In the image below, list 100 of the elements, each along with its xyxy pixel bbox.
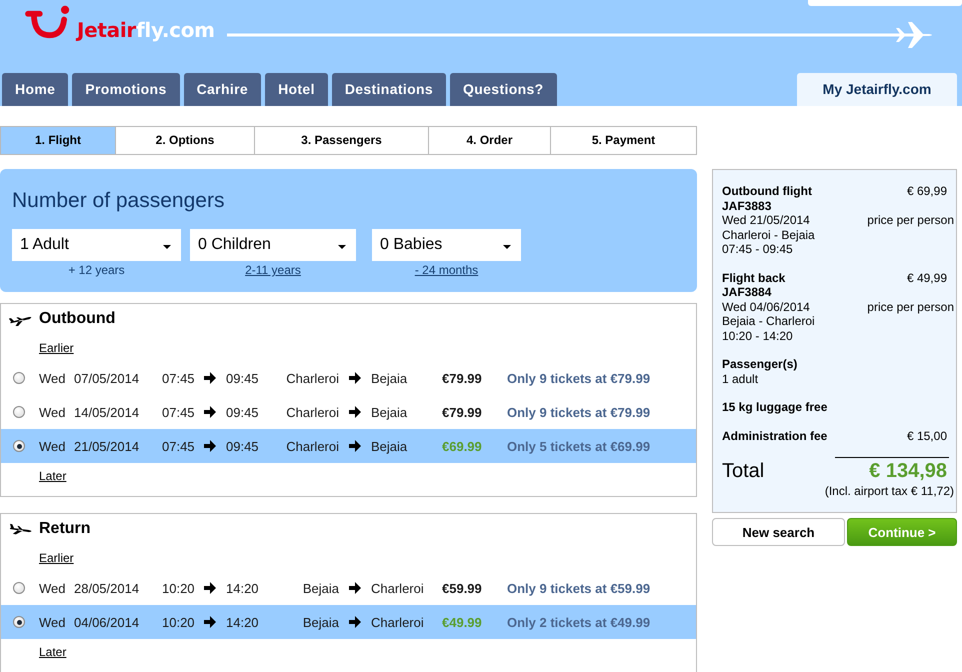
passengers-label: Passenger(s) bbox=[722, 357, 798, 372]
leg-route: Bejaia - Charleroi bbox=[722, 314, 816, 328]
destination-city: Charleroi bbox=[371, 580, 425, 596]
departure-time: 10:20 bbox=[162, 614, 196, 630]
date-text: 07/05/2014 bbox=[74, 370, 140, 386]
radio-button[interactable] bbox=[13, 372, 25, 384]
nav-tab[interactable]: Hotel bbox=[265, 73, 328, 106]
radio-button[interactable] bbox=[13, 616, 25, 628]
price-text: €59.99 bbox=[442, 580, 483, 596]
account-tab[interactable]: My Jetairfly.com bbox=[797, 73, 957, 106]
flight-code: JAF3884 bbox=[722, 285, 772, 300]
passengers-value: 1 adult bbox=[722, 372, 760, 386]
arrow-right-icon bbox=[204, 616, 216, 628]
arrow-right-icon bbox=[204, 406, 216, 418]
airplane-icon bbox=[9, 522, 34, 536]
flight-row[interactable]: Wed 14/05/2014 07:45 09:45 Charleroi Bejaia €79.99 Only 9 tickets at €79.99 bbox=[1, 395, 696, 429]
nav-tab[interactable]: Home bbox=[2, 73, 68, 106]
luggage-text: 15 kg luggage free bbox=[722, 400, 828, 414]
origin-city: Charleroi bbox=[285, 404, 339, 420]
arrow-right-icon bbox=[349, 582, 361, 594]
arrow-right-icon bbox=[349, 406, 361, 418]
flight-row[interactable]: Wed 04/06/2014 10:20 14:20 Bejaia Charleroi €49.99 Only 2 tickets at €49.99 bbox=[1, 605, 696, 639]
offer-text: Only 9 tickets at €79.99 bbox=[507, 370, 652, 386]
day-text: Wed bbox=[39, 580, 66, 596]
price-text: €79.99 bbox=[442, 370, 483, 386]
section-title: Outbound bbox=[39, 310, 116, 328]
origin-city: Bejaia bbox=[302, 614, 339, 630]
leg-date: Wed 21/05/2014 bbox=[722, 213, 810, 228]
date-text: 21/05/2014 bbox=[74, 438, 140, 454]
offer-text: Only 9 tickets at €79.99 bbox=[507, 404, 652, 420]
nav-tab[interactable]: Carhire bbox=[184, 73, 262, 106]
total-amount: € 134,98 bbox=[869, 460, 947, 482]
leg-times: 10:20 - 14:20 bbox=[722, 328, 794, 343]
nav-tab[interactable]: Destinations bbox=[332, 73, 446, 106]
flight-code: JAF3883 bbox=[722, 198, 772, 213]
radio-button[interactable] bbox=[13, 582, 25, 594]
offer-text: Only 2 tickets at €49.99 bbox=[507, 614, 652, 630]
day-text: Wed bbox=[39, 438, 66, 454]
fee-label: Administration fee bbox=[722, 428, 828, 443]
destination-city: Bejaia bbox=[371, 370, 408, 386]
nav-tab[interactable]: Promotions bbox=[72, 73, 180, 106]
day-text: Wed bbox=[39, 404, 66, 420]
price-text: €79.99 bbox=[442, 404, 483, 420]
departure-time: 07:45 bbox=[162, 438, 196, 454]
date-text: 04/06/2014 bbox=[74, 614, 140, 630]
origin-city: Bejaia bbox=[302, 580, 339, 596]
arrow-right-icon bbox=[204, 582, 216, 594]
leg-title: Flight back bbox=[722, 270, 786, 285]
radio-button[interactable] bbox=[13, 440, 25, 452]
departure-time: 07:45 bbox=[162, 404, 196, 420]
leg-title: Outbound flight bbox=[722, 184, 812, 198]
offer-text: Only 9 tickets at €59.99 bbox=[507, 580, 652, 596]
price-note: price per person bbox=[867, 213, 954, 228]
origin-city: Charleroi bbox=[285, 370, 339, 386]
caret-icon bbox=[503, 244, 511, 248]
new-search-button[interactable]: New search bbox=[712, 518, 845, 546]
price-text: €69.99 bbox=[442, 438, 483, 454]
day-text: Wed bbox=[39, 370, 66, 386]
price-note: price per person bbox=[867, 300, 954, 314]
later-link[interactable]: Later bbox=[39, 468, 66, 484]
arrow-right-icon bbox=[204, 372, 216, 384]
passenger-select[interactable]: 0 Children bbox=[190, 229, 356, 261]
earlier-link[interactable]: Earlier bbox=[39, 340, 74, 356]
price-text: €49.99 bbox=[442, 614, 483, 630]
passenger-select[interactable]: 0 Babies bbox=[372, 229, 521, 261]
nav-tab[interactable]: Questions? bbox=[450, 73, 557, 106]
departure-time: 07:45 bbox=[162, 370, 196, 386]
arrow-right-icon bbox=[204, 440, 216, 452]
step-tab[interactable]: 1. Flight bbox=[1, 127, 115, 154]
leg-date: Wed 04/06/2014 bbox=[722, 300, 810, 314]
arrow-right-icon bbox=[349, 372, 361, 384]
flight-row[interactable]: Wed 07/05/2014 07:45 09:45 Charleroi Bejaia €79.99 Only 9 tickets at €79.99 bbox=[1, 361, 696, 395]
origin-city: Charleroi bbox=[285, 438, 339, 454]
later-link[interactable]: Later bbox=[39, 644, 66, 660]
age-range-text: + 12 years bbox=[68, 263, 125, 277]
caret-icon bbox=[163, 244, 171, 248]
earlier-link[interactable]: Earlier bbox=[39, 550, 74, 566]
radio-button[interactable] bbox=[13, 406, 25, 418]
age-range-link[interactable]: - 24 months bbox=[414, 263, 478, 277]
date-text: 28/05/2014 bbox=[74, 580, 140, 596]
tax-note: (Incl. airport tax € 11,72) bbox=[824, 484, 954, 498]
arrow-right-icon bbox=[349, 616, 361, 628]
flight-row[interactable]: Wed 21/05/2014 07:45 09:45 Charleroi Bejaia €69.99 Only 5 tickets at €69.99 bbox=[1, 429, 696, 463]
passenger-select[interactable]: 1 Adult bbox=[12, 229, 181, 261]
fee-amount: € 15,00 bbox=[906, 428, 947, 443]
arrival-time: 14:20 bbox=[226, 614, 260, 630]
destination-city: Bejaia bbox=[371, 404, 408, 420]
date-text: 14/05/2014 bbox=[74, 404, 140, 420]
flight-row[interactable]: Wed 28/05/2014 10:20 14:20 Bejaia Charleroi €59.99 Only 9 tickets at €59.99 bbox=[1, 571, 696, 605]
section-title: Number of passengers bbox=[12, 188, 226, 214]
offer-text: Only 5 tickets at €69.99 bbox=[507, 438, 652, 454]
destination-city: Charleroi bbox=[371, 614, 425, 630]
caret-icon bbox=[338, 244, 346, 248]
leg-route: Charleroi - Bejaia bbox=[722, 228, 816, 242]
destination-city: Bejaia bbox=[371, 438, 408, 454]
leg-price: € 49,99 bbox=[906, 270, 947, 285]
arrival-time: 09:45 bbox=[226, 438, 260, 454]
arrival-time: 09:45 bbox=[226, 404, 260, 420]
leg-times: 07:45 - 09:45 bbox=[722, 242, 794, 256]
age-range-link[interactable]: 2-11 years bbox=[245, 263, 301, 277]
